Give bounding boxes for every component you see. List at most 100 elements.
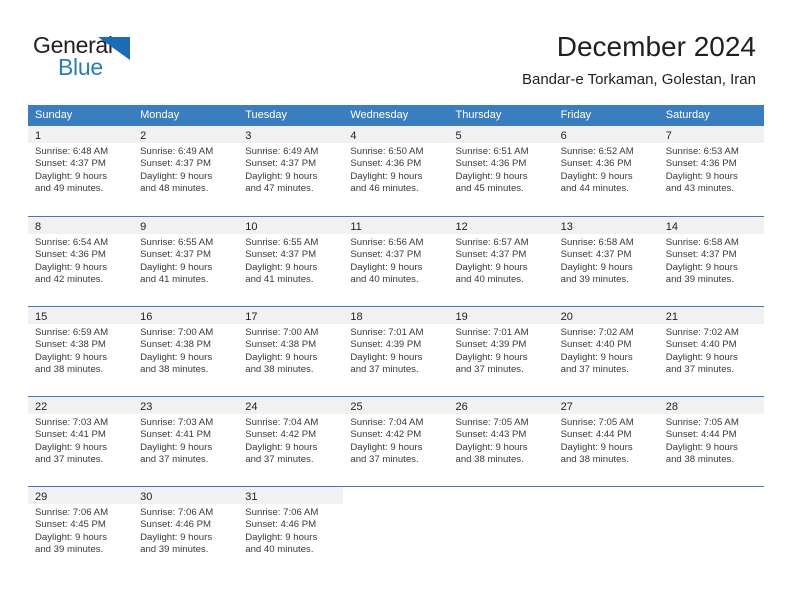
calendar-day-cell[interactable]: 27 Sunrise: 7:05 AM Sunset: 4:44 PM Dayligh…	[553, 397, 659, 486]
general-blue-logo[interactable]: General Blue	[33, 32, 163, 84]
calendar-day-cell[interactable]: 5 Sunrise: 6:51 AM Sunset: 4:36 PM Daylight…	[448, 126, 554, 216]
sunset-text: Sunset: 4:36 PM	[665, 158, 737, 170]
calendar-day-cell[interactable]: 25 Sunrise: 7:04 AM Sunset: 4:42 PM Dayligh…	[343, 397, 449, 486]
day-number: 10	[245, 221, 258, 233]
calendar-day-cell[interactable]: 21 Sunrise: 7:02 AM Sunset: 4:40 PM Dayligh…	[658, 307, 764, 396]
calendar-day-cell[interactable]: 22 Sunrise: 7:03 AM Sunset: 4:41 PM Dayligh…	[28, 397, 134, 486]
day-number-band	[554, 487, 659, 504]
day-number-band: 21	[658, 307, 764, 324]
daylight-text-line1: Daylight: 9 hours	[35, 531, 107, 543]
sunrise-text: Sunrise: 6:57 AM	[455, 237, 529, 248]
daylight-text-line2: and 46 minutes.	[350, 183, 419, 195]
day-info: Sunrise: 7:03 AM Sunset: 4:41 PM Daylight:…	[28, 414, 133, 467]
day-number-band: 13	[553, 217, 659, 234]
sunrise-text: Sunrise: 6:49 AM	[140, 146, 214, 157]
calendar-day-cell[interactable]: 1 Sunrise: 6:48 AM Sunset: 4:37 PM Daylight…	[28, 126, 134, 216]
daylight-text-line2: and 49 minutes.	[35, 183, 104, 195]
day-info: Sunrise: 7:01 AM Sunset: 4:39 PM Daylight:…	[343, 324, 448, 377]
calendar-day-cell[interactable]: 2 Sunrise: 6:49 AM Sunset: 4:37 PM Daylight…	[133, 126, 239, 216]
sunrise-text: Sunrise: 7:05 AM	[455, 417, 529, 428]
calendar-day-cell[interactable]: 29 Sunrise: 7:06 AM Sunset: 4:45 PM Dayligh…	[28, 487, 134, 576]
daylight-text-line1: Daylight: 9 hours	[140, 441, 213, 453]
calendar-day-cell[interactable]: 15 Sunrise: 6:59 AM Sunset: 4:38 PM Dayligh…	[28, 307, 134, 396]
calendar-day-cell[interactable]: 13 Sunrise: 6:58 AM Sunset: 4:37 PM Dayligh…	[553, 217, 659, 306]
sunrise-text: Sunrise: 7:02 AM	[560, 327, 634, 338]
sunset-text: Sunset: 4:45 PM	[35, 519, 106, 531]
day-number-band: 4	[343, 126, 449, 143]
day-number-band: 16	[133, 307, 239, 324]
calendar-day-cell[interactable]: 14 Sunrise: 6:58 AM Sunset: 4:37 PM Dayligh…	[658, 217, 764, 306]
day-number: 6	[560, 130, 567, 142]
calendar-day-cell[interactable]: 28 Sunrise: 7:05 AM Sunset: 4:44 PM Dayligh…	[658, 397, 764, 486]
daylight-text-line1: Daylight: 9 hours	[665, 441, 738, 453]
day-number-band: 20	[553, 307, 659, 324]
sunrise-text: Sunrise: 6:49 AM	[245, 146, 319, 157]
day-number-band: 2	[133, 126, 239, 143]
sunset-text: Sunset: 4:36 PM	[560, 158, 632, 170]
calendar-day-cell[interactable]: 10 Sunrise: 6:55 AM Sunset: 4:37 PM Dayligh…	[238, 217, 344, 306]
calendar-day-cell[interactable]: 12 Sunrise: 6:57 AM Sunset: 4:37 PM Dayligh…	[448, 217, 554, 306]
day-info: Sunrise: 7:06 AM Sunset: 4:46 PM Daylight:…	[238, 504, 343, 557]
calendar-day-cell[interactable]: 17 Sunrise: 7:00 AM Sunset: 4:38 PM Dayligh…	[238, 307, 344, 396]
calendar-day-cell[interactable]: 6 Sunrise: 6:52 AM Sunset: 4:36 PM Daylight…	[553, 126, 659, 216]
day-number-band: 22	[28, 397, 134, 414]
daylight-text-line2: and 38 minutes.	[35, 364, 104, 376]
day-number-band: 23	[133, 397, 239, 414]
day-info: Sunrise: 6:55 AM Sunset: 4:37 PM Daylight:…	[238, 234, 343, 287]
daylight-text-line1: Daylight: 9 hours	[560, 261, 633, 273]
calendar-day-cell[interactable]: 4 Sunrise: 6:50 AM Sunset: 4:36 PM Daylight…	[343, 126, 449, 216]
day-info: Sunrise: 6:50 AM Sunset: 4:36 PM Daylight:…	[343, 143, 448, 196]
calendar-day-cell[interactable]: 20 Sunrise: 7:02 AM Sunset: 4:40 PM Dayligh…	[553, 307, 659, 396]
sunrise-text: Sunrise: 7:05 AM	[665, 417, 739, 428]
calendar-day-cell[interactable]: 18 Sunrise: 7:01 AM Sunset: 4:39 PM Dayligh…	[343, 307, 449, 396]
sunrise-text: Sunrise: 6:55 AM	[245, 237, 319, 248]
calendar-day-cell[interactable]: 9 Sunrise: 6:55 AM Sunset: 4:37 PM Daylight…	[133, 217, 239, 306]
calendar-day-cell[interactable]: 24 Sunrise: 7:04 AM Sunset: 4:42 PM Dayligh…	[238, 397, 344, 486]
calendar-page: General Blue December 2024 Bandar-e Tork…	[0, 0, 792, 612]
day-info: Sunrise: 6:59 AM Sunset: 4:38 PM Daylight:…	[28, 324, 133, 377]
calendar-day-cell[interactable]: 11 Sunrise: 6:56 AM Sunset: 4:37 PM Dayligh…	[343, 217, 449, 306]
day-number: 16	[140, 311, 153, 323]
daylight-text-line1: Daylight: 9 hours	[140, 170, 213, 182]
daylight-text-line1: Daylight: 9 hours	[665, 351, 738, 363]
sunset-text: Sunset: 4:40 PM	[665, 339, 737, 351]
calendar-day-cell[interactable]: 26 Sunrise: 7:05 AM Sunset: 4:43 PM Dayligh…	[448, 397, 554, 486]
calendar-day-cell[interactable]: 31 Sunrise: 7:06 AM Sunset: 4:46 PM Dayligh…	[238, 487, 344, 576]
day-number: 11	[350, 221, 362, 233]
calendar-day-cell[interactable]: 19 Sunrise: 7:01 AM Sunset: 4:39 PM Dayligh…	[448, 307, 554, 396]
day-number-band: 18	[343, 307, 449, 324]
day-number-band: 10	[238, 217, 344, 234]
daylight-text-line1: Daylight: 9 hours	[245, 351, 318, 363]
day-number-band: 31	[238, 487, 344, 504]
day-info: Sunrise: 7:00 AM Sunset: 4:38 PM Daylight:…	[238, 324, 343, 377]
sunset-text: Sunset: 4:44 PM	[665, 429, 737, 441]
day-info: Sunrise: 7:06 AM Sunset: 4:45 PM Daylight:…	[28, 504, 133, 557]
sunrise-text: Sunrise: 6:53 AM	[665, 146, 739, 157]
daylight-text-line1: Daylight: 9 hours	[350, 441, 423, 453]
day-number-band: 27	[553, 397, 659, 414]
sunrise-text: Sunrise: 6:58 AM	[665, 237, 739, 248]
calendar-day-cell[interactable]: 30 Sunrise: 7:06 AM Sunset: 4:46 PM Dayligh…	[133, 487, 239, 576]
daylight-text-line2: and 38 minutes.	[560, 454, 629, 466]
sunset-text: Sunset: 4:37 PM	[140, 158, 212, 170]
day-info: Sunrise: 6:51 AM Sunset: 4:36 PM Daylight:…	[449, 143, 554, 196]
day-number: 13	[560, 221, 573, 233]
day-number: 26	[455, 401, 468, 413]
calendar-week-row: 8 Sunrise: 6:54 AM Sunset: 4:36 PM Daylight…	[28, 216, 764, 306]
day-info: Sunrise: 6:57 AM Sunset: 4:37 PM Daylight:…	[449, 234, 554, 287]
weekday-header-thursday: Thursday	[455, 109, 502, 121]
calendar-day-cell[interactable]: 16 Sunrise: 7:00 AM Sunset: 4:38 PM Dayligh…	[133, 307, 239, 396]
daylight-text-line1: Daylight: 9 hours	[35, 441, 107, 453]
calendar-day-cell[interactable]: 7 Sunrise: 6:53 AM Sunset: 4:36 PM Daylight…	[658, 126, 764, 216]
daylight-text-line1: Daylight: 9 hours	[35, 170, 107, 182]
day-info: Sunrise: 6:49 AM Sunset: 4:37 PM Daylight:…	[238, 143, 343, 196]
calendar-day-cell[interactable]: 3 Sunrise: 6:49 AM Sunset: 4:37 PM Daylight…	[238, 126, 344, 216]
calendar-day-cell[interactable]: 8 Sunrise: 6:54 AM Sunset: 4:36 PM Daylight…	[28, 217, 134, 306]
day-number: 15	[35, 311, 48, 323]
sunrise-text: Sunrise: 6:55 AM	[140, 237, 214, 248]
daylight-text-line2: and 37 minutes.	[140, 454, 209, 466]
day-info: Sunrise: 7:01 AM Sunset: 4:39 PM Daylight:…	[449, 324, 554, 377]
day-number-band: 15	[28, 307, 134, 324]
calendar-day-cell[interactable]: 23 Sunrise: 7:03 AM Sunset: 4:41 PM Dayligh…	[133, 397, 239, 486]
sunset-text: Sunset: 4:40 PM	[560, 339, 632, 351]
